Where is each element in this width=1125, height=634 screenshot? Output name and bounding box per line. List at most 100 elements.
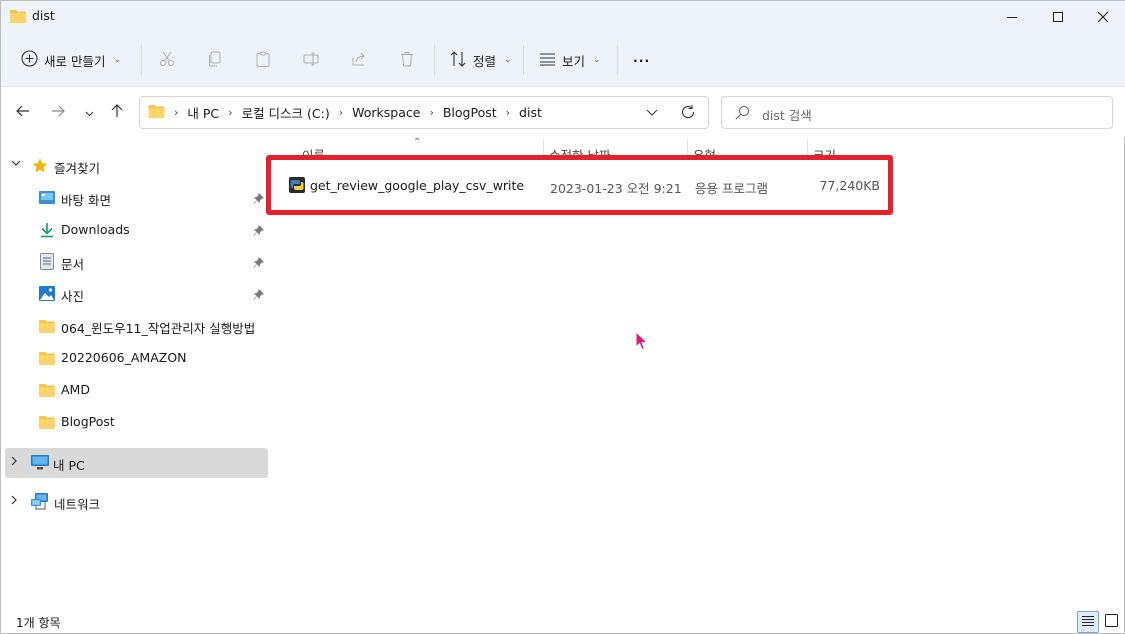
clipboard-icon — [255, 51, 271, 70]
sidebar-item-pictures[interactable]: 사진 — [1, 279, 269, 309]
sidebar-item-label: AMD — [61, 382, 90, 397]
pin-icon — [253, 192, 265, 207]
document-icon — [40, 253, 54, 273]
up-button[interactable] — [105, 100, 129, 124]
tiles-view-icon — [1104, 614, 1118, 630]
sidebar-item-folder-blogpost[interactable]: BlogPost — [1, 407, 269, 437]
breadcrumb-separator[interactable]: › — [506, 106, 510, 119]
more-options-button[interactable]: ··· — [633, 45, 650, 75]
copy-button[interactable] — [207, 45, 223, 75]
pin-icon — [253, 256, 265, 271]
details-view-button[interactable] — [1077, 611, 1099, 633]
chevron-right-icon[interactable] — [11, 456, 18, 469]
breadcrumb-item-workspace[interactable]: Workspace — [352, 105, 420, 120]
share-button[interactable] — [351, 45, 367, 75]
sidebar-item-label: 네트워크 — [54, 497, 101, 512]
delete-button[interactable] — [399, 45, 415, 75]
sidebar-item-label: 사진 — [61, 289, 85, 304]
breadcrumb-separator: › — [174, 106, 179, 119]
sidebar-item-label: 바탕 화면 — [61, 193, 111, 208]
close-button[interactable] — [1080, 1, 1125, 33]
sidebar-item-label: Downloads — [61, 222, 130, 237]
download-icon — [39, 222, 55, 241]
new-button-label: 새로 만들기 — [44, 53, 106, 69]
sidebar-item-folder-amazon[interactable]: 20220606_AMAZON — [1, 343, 269, 373]
breadcrumb-item-local-disk[interactable]: 로컬 디스크 (C:) — [242, 103, 330, 122]
recent-locations-button[interactable] — [77, 100, 101, 124]
chevron-down-icon: ⌄ — [504, 55, 512, 65]
sidebar-item-label: 내 PC — [53, 458, 85, 473]
share-icon — [351, 51, 367, 70]
sort-label: 정렬 — [473, 53, 497, 69]
sort-button[interactable]: 정렬 ⌄ — [450, 45, 512, 75]
details-view-icon — [1081, 615, 1095, 630]
large-icons-view-button[interactable] — [1100, 611, 1122, 633]
trash-icon — [399, 51, 415, 70]
refresh-icon[interactable] — [680, 104, 696, 123]
rename-icon — [303, 51, 319, 70]
sort-ascending-icon: ⌃ — [413, 137, 422, 148]
folder-icon — [39, 319, 55, 336]
breadcrumb-item-dist[interactable]: dist — [519, 105, 542, 120]
breadcrumb-separator[interactable]: › — [228, 106, 232, 119]
breadcrumb-separator[interactable]: › — [339, 106, 343, 119]
more-icon: ··· — [633, 52, 651, 68]
view-button[interactable]: 보기 ⌄ — [539, 45, 601, 75]
chevron-down-icon: ⌄ — [113, 55, 122, 65]
copy-icon — [207, 51, 223, 70]
navigation-pane: 즐겨찾기 바탕 화면 Downloads 문서 사진 064_윈도우11_작업관… — [1, 137, 271, 607]
sidebar-item-folder-064[interactable]: 064_윈도우11_작업관리자 실행방법 — [1, 311, 269, 341]
folder-icon — [148, 104, 165, 121]
window-title: dist — [32, 8, 55, 23]
breadcrumb-item-this-pc[interactable]: 내 PC — [187, 103, 219, 122]
search-placeholder: dist 검색 — [762, 108, 812, 123]
status-bar: 1개 항목 — [1, 607, 1125, 634]
breadcrumb-item-blogpost[interactable]: BlogPost — [443, 105, 497, 120]
arrow-up-icon — [111, 103, 123, 121]
forward-button[interactable] — [46, 100, 70, 124]
sidebar-item-network[interactable]: 네트워크 — [1, 487, 269, 517]
network-icon — [31, 493, 49, 513]
address-bar[interactable]: › 내 PC › 로컬 디스크 (C:) › Workspace › BlogP… — [139, 96, 709, 129]
file-explorer-window: dist 새로 만들기 ⌄ 정렬 ⌄ 보기 ⌄ ··· › 내 PC › 로컬 … — [0, 0, 1125, 634]
sidebar-item-quick-access[interactable]: 즐겨찾기 — [1, 151, 269, 181]
picture-icon — [39, 286, 55, 304]
sidebar-item-folder-amd[interactable]: AMD — [1, 375, 269, 405]
toolbar-separator — [434, 45, 435, 75]
sidebar-item-label: 즐겨찾기 — [54, 161, 101, 176]
folder-icon — [39, 383, 55, 400]
pin-icon — [253, 288, 265, 303]
list-view-icon — [539, 52, 556, 69]
pin-icon — [253, 224, 265, 239]
new-button[interactable]: 새로 만들기 ⌄ — [21, 45, 121, 75]
plus-circle-icon — [21, 50, 38, 70]
arrow-left-icon — [16, 105, 30, 120]
address-dropdown-icon[interactable] — [646, 105, 658, 122]
chevron-down-icon — [85, 105, 94, 120]
view-label: 보기 — [562, 53, 586, 69]
sidebar-item-desktop[interactable]: 바탕 화면 — [1, 183, 269, 213]
sidebar-item-this-pc[interactable]: 내 PC — [5, 448, 268, 478]
sidebar-item-downloads[interactable]: Downloads — [1, 215, 269, 245]
sort-icon — [450, 50, 467, 70]
address-row: › 내 PC › 로컬 디스크 (C:) › Workspace › BlogP… — [1, 87, 1125, 137]
cut-button[interactable] — [159, 45, 175, 75]
maximize-button[interactable] — [1035, 1, 1081, 33]
paste-button[interactable] — [255, 45, 271, 75]
search-box[interactable]: dist 검색 — [721, 96, 1113, 129]
toolbar-separator — [617, 45, 618, 75]
column-header-row: ⌃ 이름 수정한 날짜 유형 크기 — [271, 137, 891, 157]
sidebar-item-label: 문서 — [61, 257, 85, 272]
back-button[interactable] — [11, 100, 35, 124]
rename-button[interactable] — [303, 45, 319, 75]
chevron-down-icon[interactable] — [11, 159, 21, 170]
toolbar-separator — [523, 45, 524, 75]
sidebar-item-documents[interactable]: 문서 — [1, 247, 269, 277]
chevron-right-icon[interactable] — [11, 495, 18, 508]
scissors-icon — [159, 51, 175, 70]
command-bar: 새로 만들기 ⌄ 정렬 ⌄ 보기 ⌄ ··· — [1, 33, 1125, 87]
breadcrumb-separator[interactable]: › — [429, 106, 433, 119]
breadcrumb: › 내 PC › 로컬 디스크 (C:) › Workspace › BlogP… — [148, 97, 542, 128]
sidebar-item-label: 064_윈도우11_작업관리자 실행방법 — [61, 321, 256, 336]
minimize-button[interactable] — [989, 1, 1035, 33]
